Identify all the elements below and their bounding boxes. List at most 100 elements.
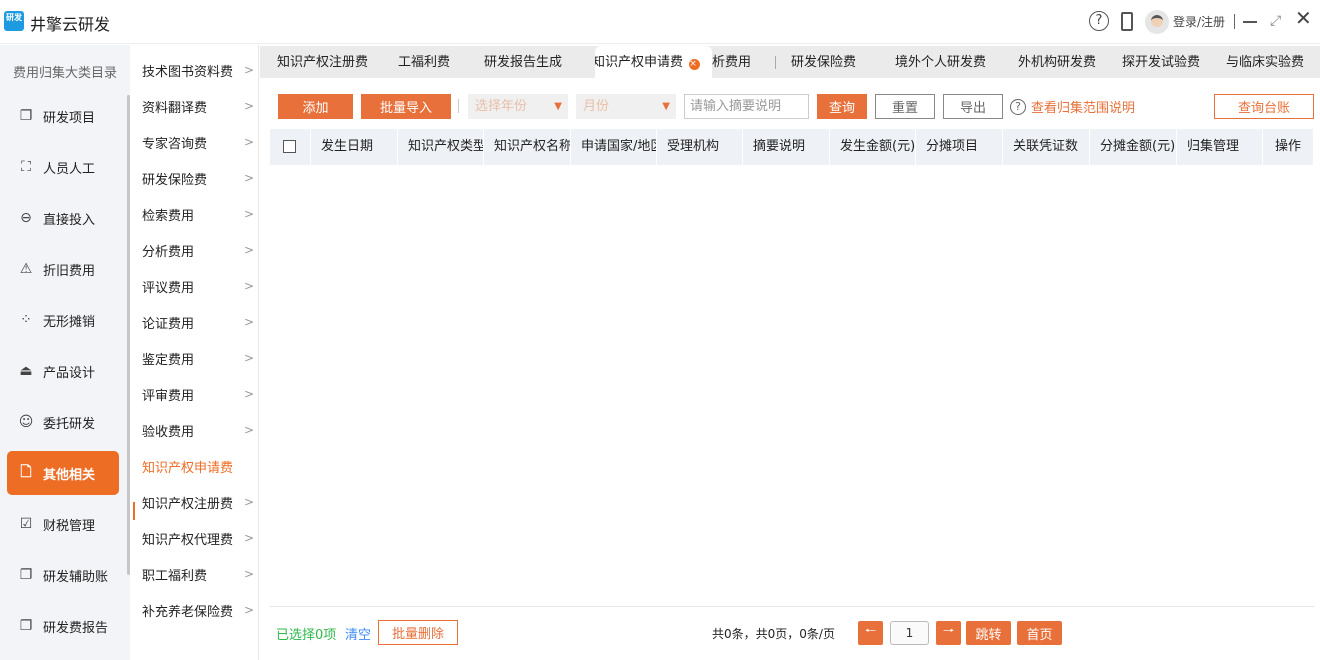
tab-label: 境外个人研发费 xyxy=(895,55,987,70)
tab[interactable]: 知识产权注册费 xyxy=(277,46,387,78)
sidebar-item-label: 财税管理 xyxy=(43,518,96,534)
column-header: 知识产权名称 xyxy=(484,129,571,165)
copy-icon: ❐ xyxy=(19,618,33,634)
query-ledger-button[interactable]: 查询台账 xyxy=(1214,94,1314,119)
tab-label: 工福利费 xyxy=(398,55,451,70)
summary-search-input[interactable] xyxy=(684,94,809,119)
dropdown-arrow-icon: ▼ xyxy=(662,101,670,112)
sidebar-item[interactable]: ❐ 研发费报告 xyxy=(7,604,119,648)
scope-help-link[interactable]: ? 查看归集范围说明 xyxy=(1010,97,1135,116)
chevron-right-icon: > xyxy=(243,63,254,77)
next-page-button[interactable]: 🠒 xyxy=(936,621,961,645)
clear-link[interactable]: 清空 xyxy=(345,624,371,643)
mobile-icon[interactable] xyxy=(1121,12,1133,31)
submenu-item[interactable]: 研发保险费 > xyxy=(142,160,254,196)
submenu-item[interactable]: 补充养老保险费 > xyxy=(142,592,254,628)
tab[interactable]: 研发保险费 xyxy=(791,46,866,78)
tab[interactable]: 与临床实验费 xyxy=(1226,46,1311,78)
chevron-right-icon: > xyxy=(243,243,254,257)
submenu-item[interactable]: 评议费用 > xyxy=(142,268,254,304)
submenu-item[interactable]: 检索费用 > xyxy=(142,196,254,232)
submenu-item[interactable]: 分析费用 > xyxy=(142,232,254,268)
tab-bar: 知识产权注册费 工福利费 研发报告生成 知识产权申请费 × 析费用 研发保险费 境外个人研发费… xyxy=(260,46,1320,78)
sidebar-item[interactable]: ⏏ 产品设计 xyxy=(7,349,119,393)
sidebar-item[interactable]: ⛶ 人员人工 xyxy=(7,145,119,189)
column-header: 知识产权类型 xyxy=(398,129,484,165)
selected-count: 已选择0项 xyxy=(276,628,337,643)
close-icon[interactable]: ✕ xyxy=(1295,8,1312,28)
tab[interactable]: 知识产权申请费 × xyxy=(595,46,712,78)
chevron-right-icon: > xyxy=(243,495,254,509)
column-header: 受理机构 xyxy=(657,129,743,165)
copy-icon: ❐ xyxy=(19,108,33,124)
dropdown-arrow-icon: ▼ xyxy=(554,101,562,112)
column-header: 分摊金额(元) xyxy=(1090,129,1177,165)
table-header: 发生日期 知识产权类型 知识产权名称 申请国家/地区 受理机构 摘要说明 发生金额(元) 分摊… xyxy=(270,129,1314,165)
add-button[interactable]: 添加 xyxy=(278,94,353,119)
clipboard-check-icon: ☑ xyxy=(19,516,33,532)
submenu-item-label: 评议费用 xyxy=(142,280,195,296)
sidebar-item[interactable]: ❐ 研发辅助账 xyxy=(7,553,119,597)
alert-calendar-icon: ⚠ xyxy=(19,261,33,277)
sidebar-item-label: 研发费报告 xyxy=(43,620,109,636)
submenu-item[interactable]: 资料翻译费 > xyxy=(142,88,254,124)
query-button[interactable]: 查询 xyxy=(817,94,867,119)
prev-page-button[interactable]: 🠐 xyxy=(858,621,883,645)
tab-close-icon[interactable]: × xyxy=(689,59,701,70)
submenu-item[interactable]: 技术图书资料费 > xyxy=(142,52,254,88)
column-header: 关联凭证数 xyxy=(1003,129,1090,165)
submenu-item[interactable]: 专家咨询费 > xyxy=(142,124,254,160)
grid-circles-icon: ⁘ xyxy=(20,312,32,328)
sidebar-item[interactable]: ❐ 研发项目 xyxy=(7,94,119,138)
maximize-icon[interactable]: ⤢ xyxy=(1270,12,1281,30)
batch-import-button[interactable]: 批量导入 xyxy=(361,94,451,119)
reset-button[interactable]: 重置 xyxy=(875,94,935,119)
tab-divider xyxy=(775,56,776,69)
export-button[interactable]: 导出 xyxy=(943,94,1003,119)
tab-label: 知识产权注册费 xyxy=(277,55,369,70)
sidebar-item-label: 委托研发 xyxy=(43,416,96,432)
sidebar-item-label: 研发辅助账 xyxy=(43,569,109,585)
avatar[interactable] xyxy=(1145,10,1169,34)
tab-label: 研发保险费 xyxy=(791,55,857,70)
tab[interactable]: 外机构研发费 xyxy=(1018,46,1103,78)
jump-button[interactable]: 跳转 xyxy=(966,621,1011,645)
submenu-item-label: 验收费用 xyxy=(142,424,195,440)
tab[interactable]: 研发报告生成 xyxy=(484,46,574,78)
batch-delete-button[interactable]: 批量删除 xyxy=(378,620,458,645)
tab[interactable]: 探开发试验费 xyxy=(1122,46,1207,78)
tab-label: 析费用 xyxy=(712,55,752,70)
tab[interactable]: 境外个人研发费 xyxy=(895,46,1000,78)
year-select[interactable]: 选择年份 ▼ xyxy=(468,94,568,119)
submenu-item[interactable]: 知识产权申请费 xyxy=(142,448,254,484)
document-icon: 🗋 xyxy=(20,464,32,480)
select-all-checkbox[interactable] xyxy=(283,140,296,153)
month-select[interactable]: 月份 ▼ xyxy=(576,94,676,119)
tab[interactable]: 析费用 xyxy=(712,46,752,78)
submenu-item-label: 资料翻译费 xyxy=(142,100,208,116)
minimize-icon[interactable] xyxy=(1243,21,1257,23)
sidebar-item[interactable]: ☺ 委托研发 xyxy=(7,400,119,444)
sidebar-item[interactable]: ⊖ 直接投入 xyxy=(7,196,119,240)
chevron-right-icon: > xyxy=(243,207,254,221)
help-circle-icon[interactable]: ? xyxy=(1089,11,1109,31)
first-page-button[interactable]: 首页 xyxy=(1017,621,1062,645)
submenu-item[interactable]: 鉴定费用 > xyxy=(142,340,254,376)
submenu-item[interactable]: 职工福利费 > xyxy=(142,556,254,592)
sidebar-item[interactable]: 🗋 其他相关 xyxy=(7,451,119,495)
sidebar-item[interactable]: ⁘ 无形摊销 xyxy=(7,298,119,342)
page-input[interactable]: 1 xyxy=(890,621,929,645)
submenu-item[interactable]: 评审费用 > xyxy=(142,376,254,412)
tab[interactable]: 工福利费 xyxy=(398,46,458,78)
submenu-item[interactable]: 知识产权注册费 > xyxy=(142,484,254,520)
login-link[interactable]: 登录/注册 xyxy=(1173,13,1225,30)
sidebar-item[interactable]: ☑ 财税管理 xyxy=(7,502,119,546)
app-title: 井擎云研发 xyxy=(30,15,111,34)
submenu-item[interactable]: 论证费用 > xyxy=(142,304,254,340)
stamp-icon: ⏏ xyxy=(19,363,33,379)
submenu-item[interactable]: 验收费用 > xyxy=(142,412,254,448)
submenu-item[interactable]: 知识产权代理费 > xyxy=(142,520,254,556)
sidebar-item[interactable]: ⚠ 折旧费用 xyxy=(7,247,119,291)
chevron-right-icon: > xyxy=(243,135,254,149)
divider xyxy=(270,606,1314,607)
